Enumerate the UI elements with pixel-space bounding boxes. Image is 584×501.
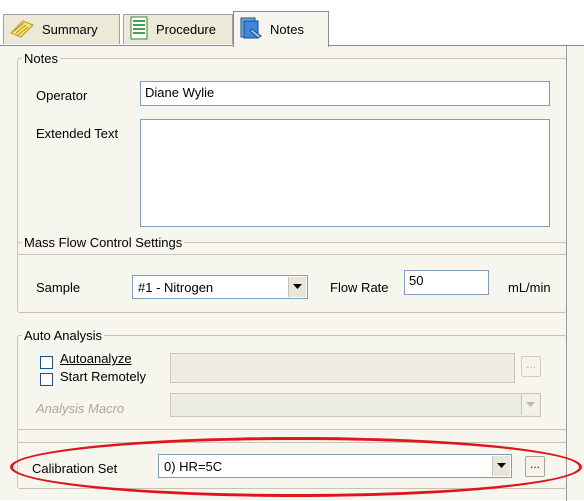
tab-summary[interactable]: Summary xyxy=(3,14,120,44)
autoanalyze-label[interactable]: Autoanalyze xyxy=(60,351,132,366)
tab-summary-label: Summary xyxy=(42,22,98,37)
auto-analysis-browse-button[interactable]: ... xyxy=(521,356,541,377)
auto-analysis-group: Auto Analysis xyxy=(17,328,567,443)
start-remotely-checkbox[interactable] xyxy=(40,373,53,386)
sample-label: Sample xyxy=(36,280,81,295)
flow-rate-label: Flow Rate xyxy=(330,280,389,295)
notes-icon xyxy=(238,15,264,44)
notes-panel: Notes Operator Diane Wylie Extended Text… xyxy=(0,45,584,501)
autoanalyze-checkbox[interactable] xyxy=(40,356,53,369)
auto-analysis-title: Auto Analysis xyxy=(24,328,103,343)
calibration-browse-button[interactable]: ... xyxy=(525,456,545,477)
analysis-macro-select[interactable] xyxy=(170,393,541,417)
flow-rate-input[interactable]: 50 xyxy=(404,270,489,295)
sample-select[interactable]: #1 - Nitrogen xyxy=(132,275,308,299)
calibration-set-select[interactable]: 0) HR=5C xyxy=(158,454,512,478)
tab-notes[interactable]: Notes xyxy=(233,11,329,47)
tab-strip: Summary Procedure Notes xyxy=(0,0,584,47)
calibration-set-label: Calibration Set xyxy=(32,461,118,476)
procedure-icon xyxy=(128,15,150,44)
calibration-set-value: 0) HR=5C xyxy=(164,459,223,474)
tab-procedure[interactable]: Procedure xyxy=(123,14,233,44)
tab-notes-label: Notes xyxy=(270,22,304,37)
summary-icon xyxy=(8,16,36,43)
chevron-down-icon[interactable] xyxy=(521,395,539,415)
notes-group-title: Notes xyxy=(24,51,58,66)
flow-rate-unit: mL/min xyxy=(508,280,551,295)
panel-edge xyxy=(566,46,567,501)
operator-label: Operator xyxy=(36,88,88,103)
chevron-down-icon[interactable] xyxy=(492,456,510,476)
analysis-macro-label: Analysis Macro xyxy=(36,401,125,416)
chevron-down-icon[interactable] xyxy=(288,277,306,297)
mass-flow-control-title: Mass Flow Control Settings xyxy=(24,235,183,250)
start-remotely-label[interactable]: Start Remotely xyxy=(60,369,146,384)
operator-input[interactable]: Diane Wylie xyxy=(140,81,550,106)
extended-text-label: Extended Text xyxy=(36,126,119,141)
tab-procedure-label: Procedure xyxy=(156,22,216,37)
auto-analysis-path-input[interactable] xyxy=(170,353,515,383)
extended-text-input[interactable] xyxy=(140,119,550,227)
sample-select-value: #1 - Nitrogen xyxy=(138,280,214,295)
